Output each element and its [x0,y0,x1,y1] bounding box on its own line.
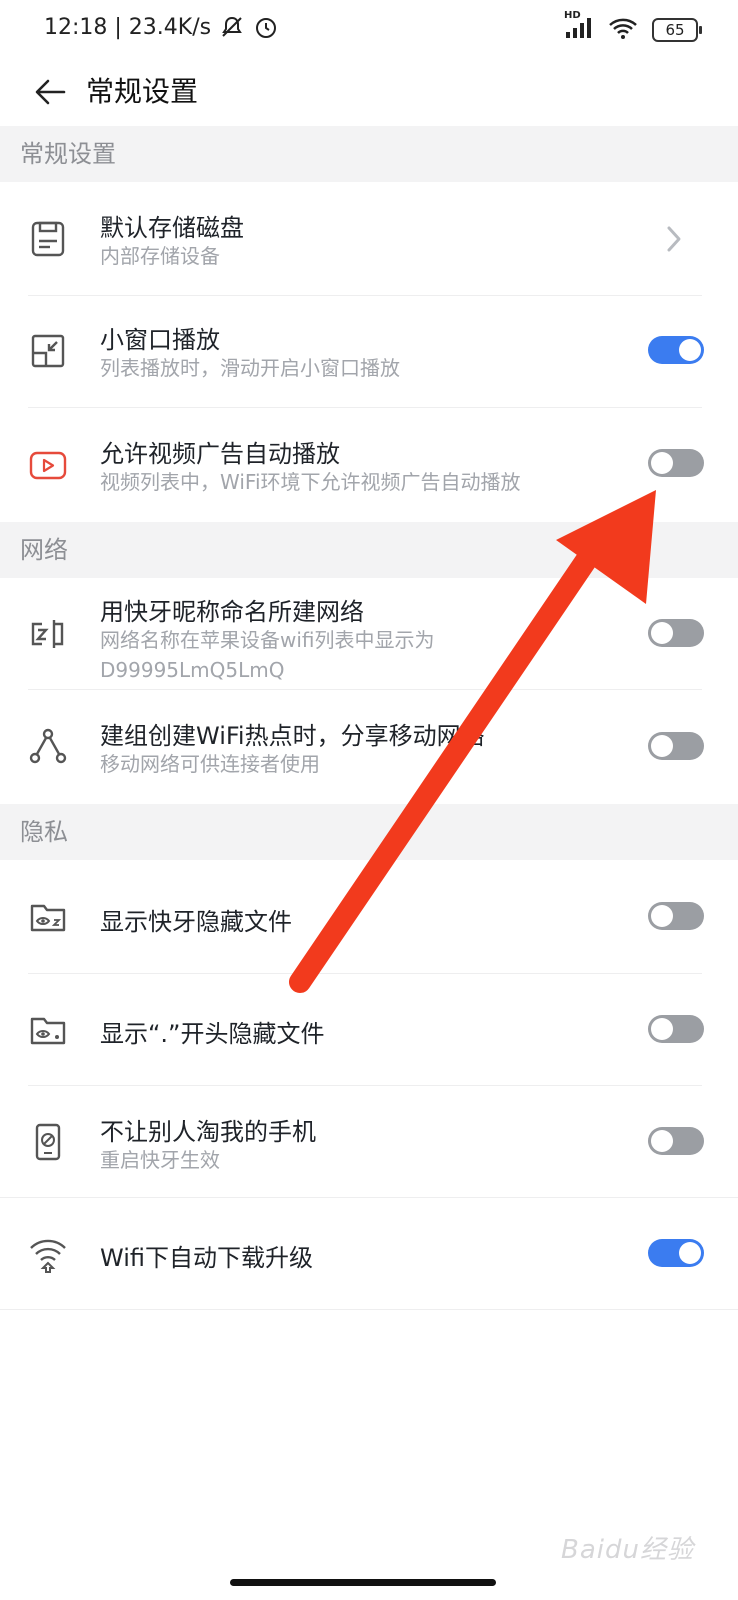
nickname-network-toggle[interactable] [648,619,704,647]
show-hidden-title: 显示快牙隐藏文件 [100,908,292,936]
settings-row-storage[interactable]: 默认存储磁盘 内部存储设备 [0,182,738,296]
settings-row-anti-theft[interactable]: 不让别人淘我的手机 重启快牙生效 [0,1086,738,1198]
mini-window-subtitle: 列表播放时，滑动开启小窗口播放 [100,356,400,380]
page-title: 常规设置 [86,75,199,108]
auto-upgrade-toggle[interactable] [648,1239,704,1267]
alarm-icon [253,14,279,40]
row-divider [0,1309,738,1310]
name-tag-icon [31,620,64,648]
mini-window-toggle[interactable] [648,336,704,364]
status-right: HD 65 [564,10,702,44]
video-play-icon [29,451,67,480]
share-mobile-subtitle: 移动网络可供连接者使用 [100,752,320,776]
settings-row-show-dot-hidden[interactable]: 显示“.”开头隐藏文件 [0,974,738,1086]
status-time-speed: 12:18 | 23.4K/s [44,14,212,40]
nickname-network-title: 用快牙昵称命名所建网络 [100,598,364,626]
settings-row-share-mobile[interactable]: 建组创建WiFi热点时，分享移动网络 移动网络可供连接者使用 [0,690,738,804]
video-ads-toggle[interactable] [648,449,704,477]
nickname-network-subtitle: 网络名称在苹果设备wifi列表中显示为 D99995LmQ5LmQ [100,628,435,682]
dot-hidden-folder-icon [30,1017,66,1045]
phone-lock-icon [35,1123,61,1161]
mini-window-title: 小窗口播放 [100,326,220,354]
watermark: Baidu经验 [561,1535,694,1565]
storage-disk-icon [31,221,65,257]
storage-title: 默认存储磁盘 [100,214,244,242]
wifi-download-icon [30,1239,66,1273]
settings-row-mini-window[interactable]: 小窗口播放 列表播放时，滑动开启小窗口播放 [0,296,738,408]
section-header-network: 网络 [0,522,738,578]
auto-upgrade-title: Wifi下自动下载升级 [100,1244,313,1272]
anti-theft-subtitle: 重启快牙生效 [100,1148,220,1172]
anti-theft-toggle[interactable] [648,1127,704,1155]
show-dot-hidden-toggle[interactable] [648,1015,704,1043]
storage-subtitle: 内部存储设备 [100,244,220,268]
share-mobile-toggle[interactable] [648,732,704,760]
status-bar: 12:18 | 23.4K/s HD 65 [0,0,738,64]
status-left: 12:18 | 23.4K/s [44,14,279,40]
settings-row-auto-upgrade[interactable]: Wifi下自动下载升级 [0,1198,738,1310]
show-hidden-toggle[interactable] [648,902,704,930]
share-mobile-title: 建组创建WiFi热点时，分享移动网络 [100,722,485,750]
anti-theft-title: 不让别人淘我的手机 [100,1118,316,1146]
network-type-label: HD [564,10,581,21]
section-header-general: 常规设置 [0,126,738,182]
section-header-privacy: 隐私 [0,804,738,860]
battery-icon: 65 [652,18,702,42]
mini-window-icon [31,334,65,368]
settings-row-video-ads[interactable]: 允许视频广告自动播放 视频列表中，WiFi环境下允许视频广告自动播放 [0,408,738,522]
video-ads-subtitle: 视频列表中，WiFi环境下允许视频广告自动播放 [100,470,521,494]
share-network-icon [29,728,67,764]
signal-icon: HD [564,10,594,44]
settings-row-show-hidden[interactable]: 显示快牙隐藏文件 [0,860,738,974]
hidden-folder-icon [30,904,66,932]
back-arrow-icon[interactable] [30,72,70,112]
home-indicator[interactable] [230,1579,496,1586]
settings-row-nickname-network[interactable]: 用快牙昵称命名所建网络 网络名称在苹果设备wifi列表中显示为 D99995Lm… [0,578,738,690]
wifi-icon [608,16,638,44]
show-dot-hidden-title: 显示“.”开头隐藏文件 [100,1020,325,1048]
mute-icon [219,14,245,40]
video-ads-title: 允许视频广告自动播放 [100,440,340,468]
chevron-right-icon [667,226,681,252]
app-header: 常规设置 [0,64,738,126]
